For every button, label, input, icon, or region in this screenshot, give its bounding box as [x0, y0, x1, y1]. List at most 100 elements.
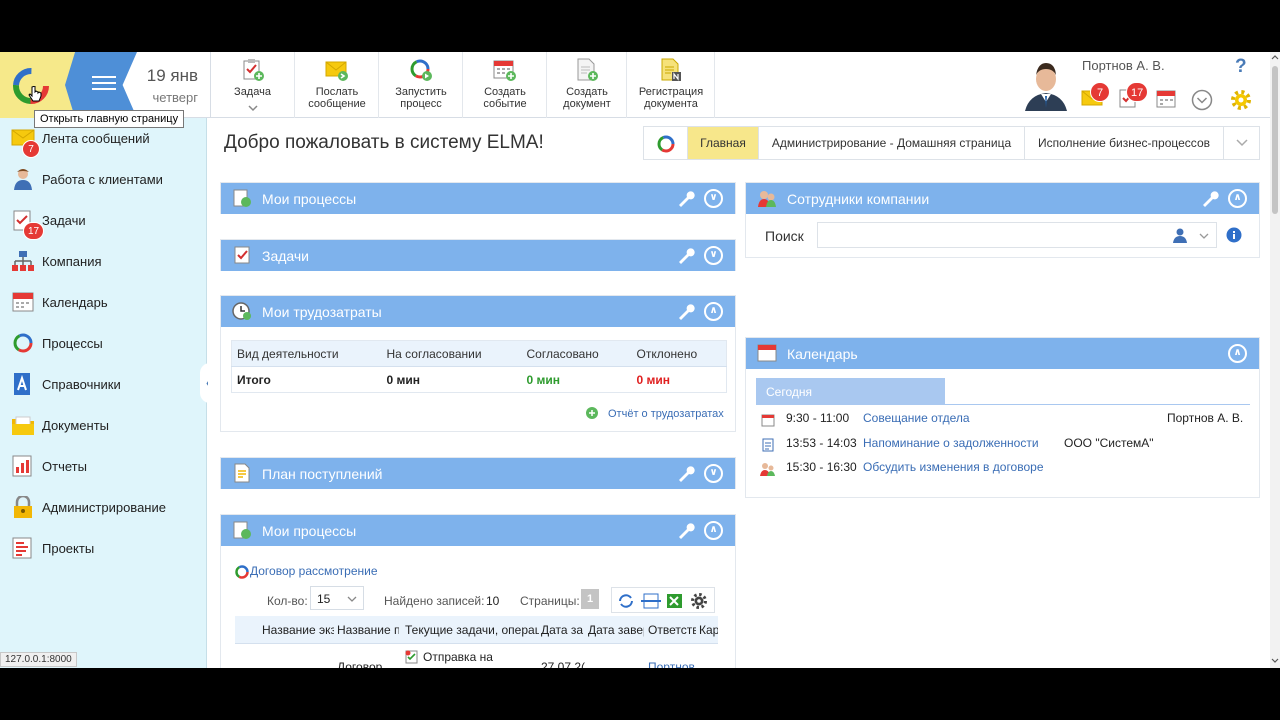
tab-admin-home[interactable]: Администрирование - Домашняя страница — [759, 127, 1025, 159]
sidebar-item-label: Работа с клиентами — [42, 172, 163, 187]
collapse-button[interactable]: ∧ — [704, 521, 723, 540]
export-excel-icon[interactable] — [666, 592, 684, 610]
process-link[interactable]: Договор рассмотрение — [250, 564, 378, 578]
expand-button[interactable]: ∨ — [704, 246, 723, 265]
scroll-up-icon[interactable] — [1271, 54, 1279, 60]
scrollbar-thumb[interactable] — [1272, 66, 1278, 214]
company-icon — [12, 251, 34, 271]
collapse-button[interactable]: ∧ — [1228, 189, 1247, 208]
column-header[interactable]: Отклонено — [631, 340, 727, 367]
portlet-tasks: Задачи ∨ — [220, 239, 736, 271]
home-logo-button[interactable] — [0, 52, 75, 118]
scroll-down-icon[interactable] — [1271, 658, 1279, 664]
sidebar-item-reports[interactable]: Отчеты — [0, 446, 206, 487]
user-name[interactable]: Портнов А. В. — [1082, 58, 1165, 73]
sidebar-item-label: Проекты — [42, 541, 95, 556]
event-extra: Портнов А. В. — [1167, 411, 1244, 425]
sidebar-item-company[interactable]: Компания — [0, 241, 206, 282]
column-header[interactable]: Дата завер — [588, 623, 644, 637]
info-icon[interactable] — [1226, 227, 1242, 243]
collapse-button[interactable]: ∧ — [1228, 344, 1247, 363]
top-bar: 19 янв четверг Задача Послать сообщение — [0, 52, 1270, 118]
expand-button[interactable]: ∨ — [704, 189, 723, 208]
count-value: 15 — [317, 592, 331, 606]
table-cell: 27.07.2( — [541, 660, 586, 668]
wrench-icon[interactable] — [1201, 189, 1219, 207]
calendar-event[interactable]: 13:53 - 14:03 Напоминание о задолженност… — [756, 433, 1250, 455]
sidebar-item-clients[interactable]: Работа с клиентами — [0, 159, 206, 200]
help-button[interactable]: ? — [1235, 56, 1247, 78]
user-avatar[interactable] — [1023, 57, 1069, 111]
count-select[interactable]: 15 — [310, 586, 364, 610]
tabs-more-button[interactable] — [1224, 127, 1260, 159]
portlet-header: План поступлений ∨ — [221, 458, 735, 489]
chevron-down-icon[interactable] — [1199, 232, 1209, 240]
send-message-button[interactable]: Послать сообщение — [295, 52, 379, 118]
wrench-icon[interactable] — [677, 521, 695, 539]
table-cell-link[interactable]: Портнов — [648, 660, 695, 668]
portlet-title: Мои процессы — [262, 523, 357, 539]
column-header[interactable]: Вид деятельности — [231, 340, 382, 367]
user-menu-chevron-icon[interactable] — [1191, 89, 1213, 111]
gear-icon[interactable] — [690, 592, 708, 610]
wrench-icon[interactable] — [677, 189, 695, 207]
processes-icon — [13, 333, 33, 353]
sidebar-item-label: Справочники — [42, 377, 121, 392]
sidebar-item-processes[interactable]: Процессы — [0, 323, 206, 364]
column-header[interactable]: Кар — [699, 623, 718, 637]
new-task-button[interactable]: Задача — [211, 52, 295, 118]
register-document-button[interactable]: Регистрация документа — [627, 52, 715, 118]
page-scrollbar[interactable] — [1270, 52, 1280, 668]
column-header[interactable]: Текущие задачи, операц — [405, 623, 539, 637]
wrench-icon[interactable] — [677, 464, 695, 482]
start-process-button[interactable]: Запустить процесс — [379, 52, 463, 118]
column-header[interactable]: Ответств — [648, 623, 696, 637]
column-header[interactable]: Название п — [337, 623, 399, 637]
column-header[interactable]: Название экз — [262, 623, 334, 637]
calendar-icon[interactable] — [1156, 90, 1176, 108]
column-header[interactable]: Согласовано — [521, 340, 632, 367]
create-event-label: Создать событие — [483, 86, 527, 110]
wrench-icon[interactable] — [677, 302, 695, 320]
refresh-icon[interactable] — [617, 592, 635, 610]
table-row[interactable]: Договор Отправка на 27.07.2( Портнов — [235, 645, 718, 668]
sidebar-item-calendar[interactable]: Календарь — [0, 282, 206, 323]
sidebar-item-projects[interactable]: Проекты — [0, 528, 206, 569]
employee-search-input[interactable] — [817, 222, 1217, 248]
sidebar-item-tasks[interactable]: Задачи 17 — [0, 200, 206, 241]
portlet-title: Задачи — [262, 248, 310, 264]
tab-main[interactable]: Главная — [688, 127, 759, 159]
send-message-label: Послать сообщение — [308, 86, 366, 110]
column-header[interactable]: На согласовании — [381, 340, 522, 367]
found-label: Найдено записей: — [384, 594, 485, 608]
event-title[interactable]: Напоминание о задолженности — [863, 436, 1039, 450]
calendar-event[interactable]: 9:30 - 11:00 Совещание отдела Портнов А.… — [756, 408, 1250, 430]
sidebar-item-label: Лента сообщений — [42, 131, 150, 146]
user-filter-icon[interactable] — [1172, 227, 1188, 243]
calendar-event[interactable]: 15:30 - 16:30 Обсудить изменения в догов… — [756, 457, 1250, 479]
main-menu-button[interactable] — [65, 52, 137, 118]
sidebar-item-label: Отчеты — [42, 459, 87, 474]
column-header[interactable]: Дата за — [541, 623, 585, 637]
tab-bp-execution[interactable]: Исполнение бизнес-процессов — [1025, 127, 1224, 159]
wrench-icon[interactable] — [677, 246, 695, 264]
sidebar-item-directories[interactable]: Справочники — [0, 364, 206, 405]
columns-icon[interactable] — [641, 592, 661, 610]
tabs-logo[interactable] — [644, 127, 688, 159]
collapse-button[interactable]: ∧ — [704, 302, 723, 321]
page-number[interactable]: 1 — [581, 589, 599, 609]
event-title[interactable]: Обсудить изменения в договоре — [863, 460, 1044, 474]
page-title: Добро пожаловать в систему ELMA! — [224, 132, 544, 153]
portlet-header: Мои трудозатраты ∧ — [221, 296, 735, 327]
sidebar-item-administration[interactable]: Администрирование — [0, 487, 206, 528]
event-title[interactable]: Совещание отдела — [863, 411, 970, 425]
create-event-button[interactable]: Создать событие — [463, 52, 547, 118]
sidebar-item-documents[interactable]: Документы — [0, 405, 206, 446]
labor-report-link[interactable]: Отчёт о трудозатратах — [608, 408, 724, 420]
expand-button[interactable]: ∨ — [704, 464, 723, 483]
sidebar-item-label: Задачи — [42, 213, 86, 228]
home-tooltip: Открыть главную страницу — [34, 110, 185, 128]
gear-icon[interactable] — [1230, 89, 1252, 111]
create-document-button[interactable]: Создать документ — [547, 52, 627, 118]
chevron-up-icon: ∧ — [1233, 347, 1242, 358]
